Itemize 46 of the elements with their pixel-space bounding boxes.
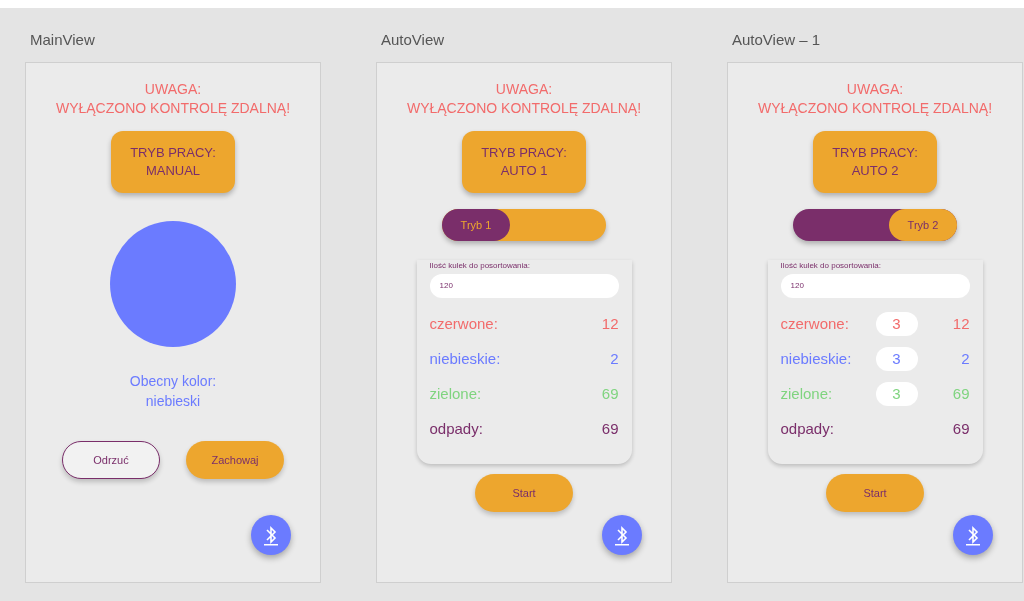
start-button[interactable]: Start (826, 474, 924, 512)
color-label: odpady: (780, 420, 835, 437)
color-label: czerwone: (780, 315, 850, 332)
artboard-title: AutoView – 1 (732, 30, 822, 50)
color-label: niebieskie: (429, 350, 502, 367)
count-value: 12 (951, 315, 970, 332)
count-value: 12 (600, 315, 619, 332)
bluetooth-button[interactable] (251, 515, 291, 555)
count-value: 69 (600, 385, 619, 402)
color-label: niebieskie: (780, 350, 853, 367)
bluetooth-icon (612, 524, 632, 546)
keep-button[interactable]: Zachowaj (186, 441, 284, 479)
count-value: 2 (609, 350, 619, 367)
artboard-title: AutoView (381, 30, 446, 50)
warning-text: UWAGA: WYŁĄCZONO KONTROLĘ ZDALNĄ! (406, 80, 642, 118)
count-value: 69 (951, 385, 970, 402)
mode-button[interactable]: TRYB PRACY: MANUAL (111, 131, 235, 193)
count-value: 2 (960, 350, 970, 367)
mode-button[interactable]: TRYB PRACY: AUTO 2 (813, 131, 937, 193)
warning-text: UWAGA: WYŁĄCZONO KONTROLĘ ZDALNĄ! (55, 80, 291, 118)
color-label: odpady: (429, 420, 484, 437)
count-value: 69 (600, 420, 619, 437)
target-input-field[interactable]: 3 (875, 311, 918, 336)
mode-toggle[interactable]: Tryb 1 (442, 209, 606, 241)
count-input-field[interactable]: 120 (429, 274, 619, 298)
bluetooth-icon (963, 524, 983, 546)
toggle-knob[interactable]: Tryb 2 (889, 209, 957, 241)
warning-text: UWAGA: WYŁĄCZONO KONTROLĘ ZDALNĄ! (757, 80, 993, 118)
count-label: Ilość kulek do posortowania: (780, 260, 882, 270)
mode-button[interactable]: TRYB PRACY: AUTO 1 (462, 131, 586, 193)
start-button[interactable]: Start (475, 474, 573, 512)
target-input-field[interactable]: 3 (875, 346, 918, 371)
bluetooth-button[interactable] (602, 515, 642, 555)
count-value: 69 (951, 420, 970, 437)
color-label: zielone: (780, 385, 834, 402)
count-label: Ilość kulek do posortowania: (429, 260, 531, 270)
color-label: czerwone: (429, 315, 499, 332)
reject-button[interactable]: Odrzuć (62, 441, 160, 479)
current-color-label: Obecny kolor: niebieski (129, 372, 217, 411)
count-input-field[interactable]: 120 (780, 274, 970, 298)
artboard-title: MainView (30, 30, 96, 50)
bluetooth-icon (261, 524, 281, 546)
mode-toggle[interactable]: Tryb 2 (793, 209, 957, 241)
toggle-knob[interactable]: Tryb 1 (442, 209, 510, 241)
color-label: zielone: (429, 385, 483, 402)
bluetooth-button[interactable] (953, 515, 993, 555)
